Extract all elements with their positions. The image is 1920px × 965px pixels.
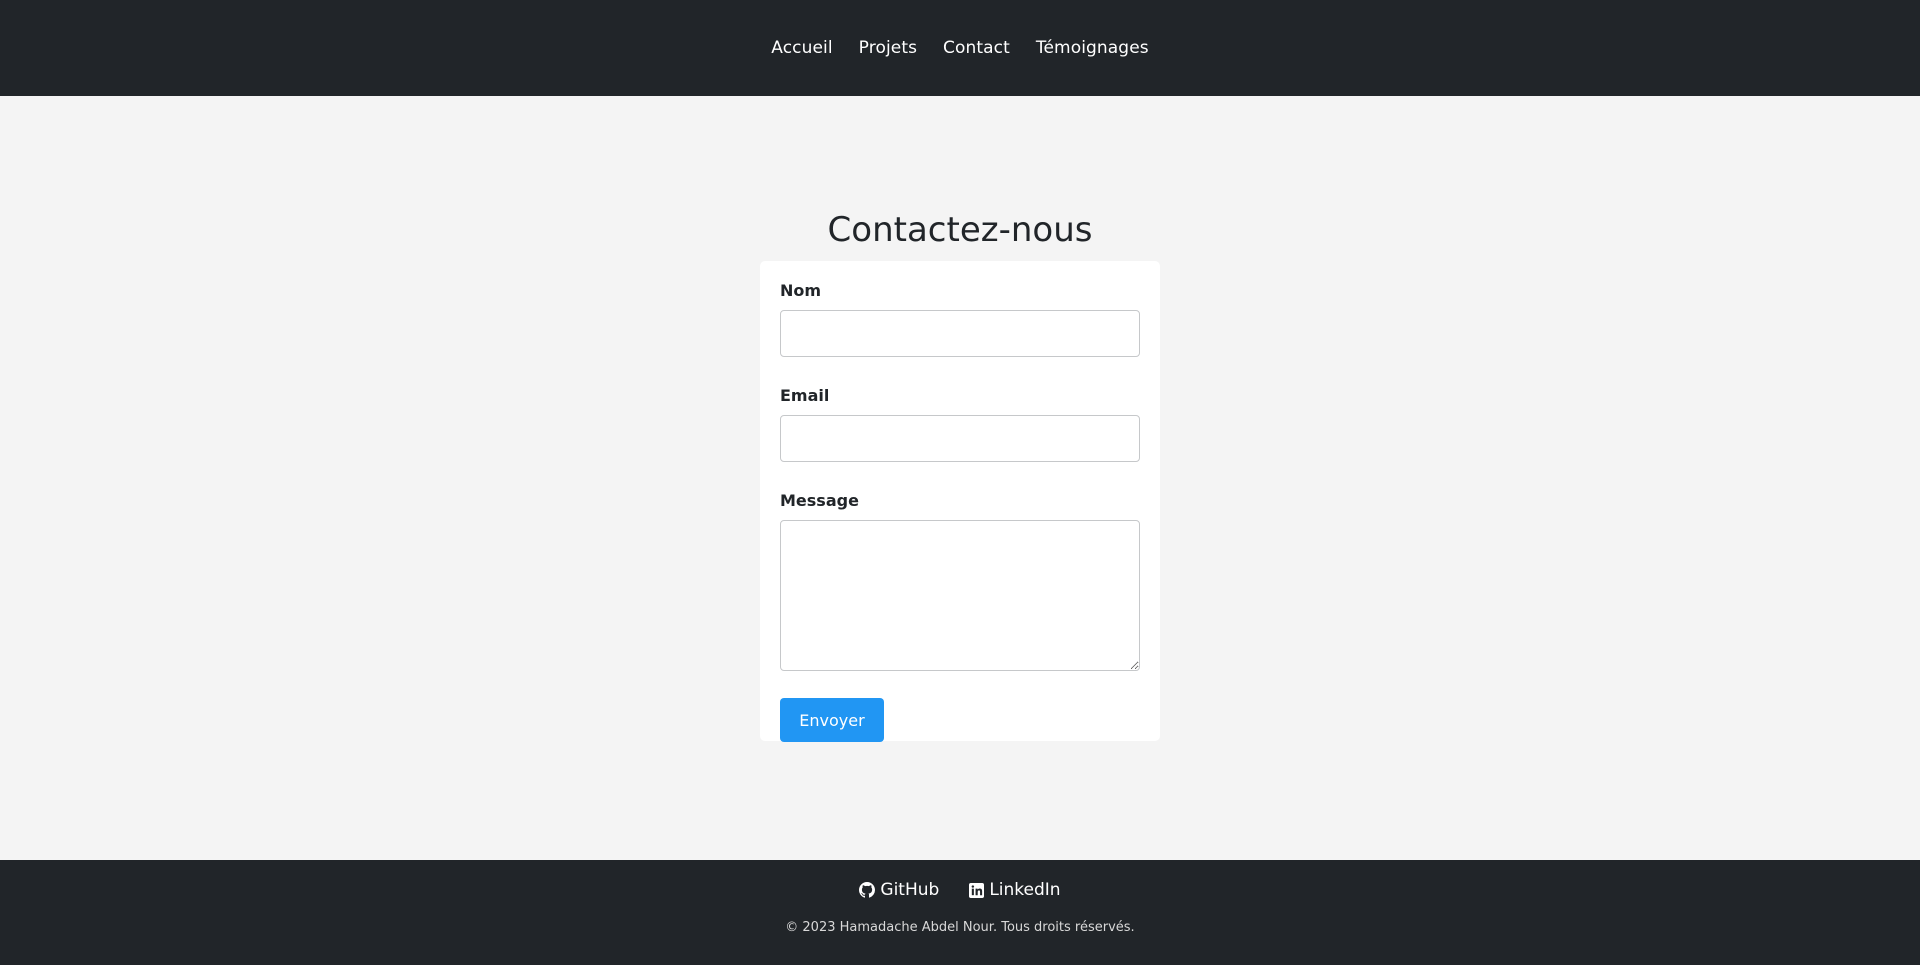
linkedin-link[interactable]: LinkedIn bbox=[969, 880, 1061, 900]
github-label: GitHub bbox=[880, 880, 940, 900]
message-textarea[interactable] bbox=[780, 520, 1140, 671]
nav-link-contact[interactable]: Contact bbox=[943, 38, 1010, 58]
name-input[interactable] bbox=[780, 310, 1140, 357]
github-link[interactable]: GitHub bbox=[859, 880, 939, 900]
email-label: Email bbox=[780, 386, 830, 405]
email-input[interactable] bbox=[780, 415, 1140, 462]
linkedin-icon bbox=[969, 882, 985, 898]
nav-item-contact: Contact bbox=[943, 38, 1010, 58]
copyright-text: © 2023 Hamadache Abdel Nour. Tous droits… bbox=[785, 920, 1135, 935]
nav-item-accueil: Accueil bbox=[771, 38, 832, 58]
nav-item-projets: Projets bbox=[859, 38, 917, 58]
nav-link-accueil[interactable]: Accueil bbox=[771, 38, 832, 58]
page-footer: GitHub LinkedIn © 2023 Hamadache Abdel N… bbox=[0, 860, 1920, 965]
linkedin-label: LinkedIn bbox=[989, 880, 1061, 900]
name-label: Nom bbox=[780, 281, 822, 300]
nav-link-temoignages[interactable]: Témoignages bbox=[1036, 38, 1149, 58]
nav-link-projets[interactable]: Projets bbox=[859, 38, 917, 58]
message-label: Message bbox=[780, 491, 859, 510]
social-links: GitHub LinkedIn bbox=[0, 880, 1920, 900]
page-title: Contactez-nous bbox=[827, 210, 1093, 250]
contact-form: Nom Email Message Envoyer bbox=[760, 261, 1160, 742]
nav-menu: Accueil Projets Contact Témoignages bbox=[771, 38, 1148, 58]
nav-item-temoignages: Témoignages bbox=[1036, 38, 1149, 58]
top-navbar: Accueil Projets Contact Témoignages bbox=[0, 0, 1920, 96]
main-content: Contactez-nous Nom Email Message Envoyer bbox=[0, 96, 1920, 860]
github-icon bbox=[859, 882, 876, 898]
submit-button[interactable]: Envoyer bbox=[780, 698, 884, 742]
